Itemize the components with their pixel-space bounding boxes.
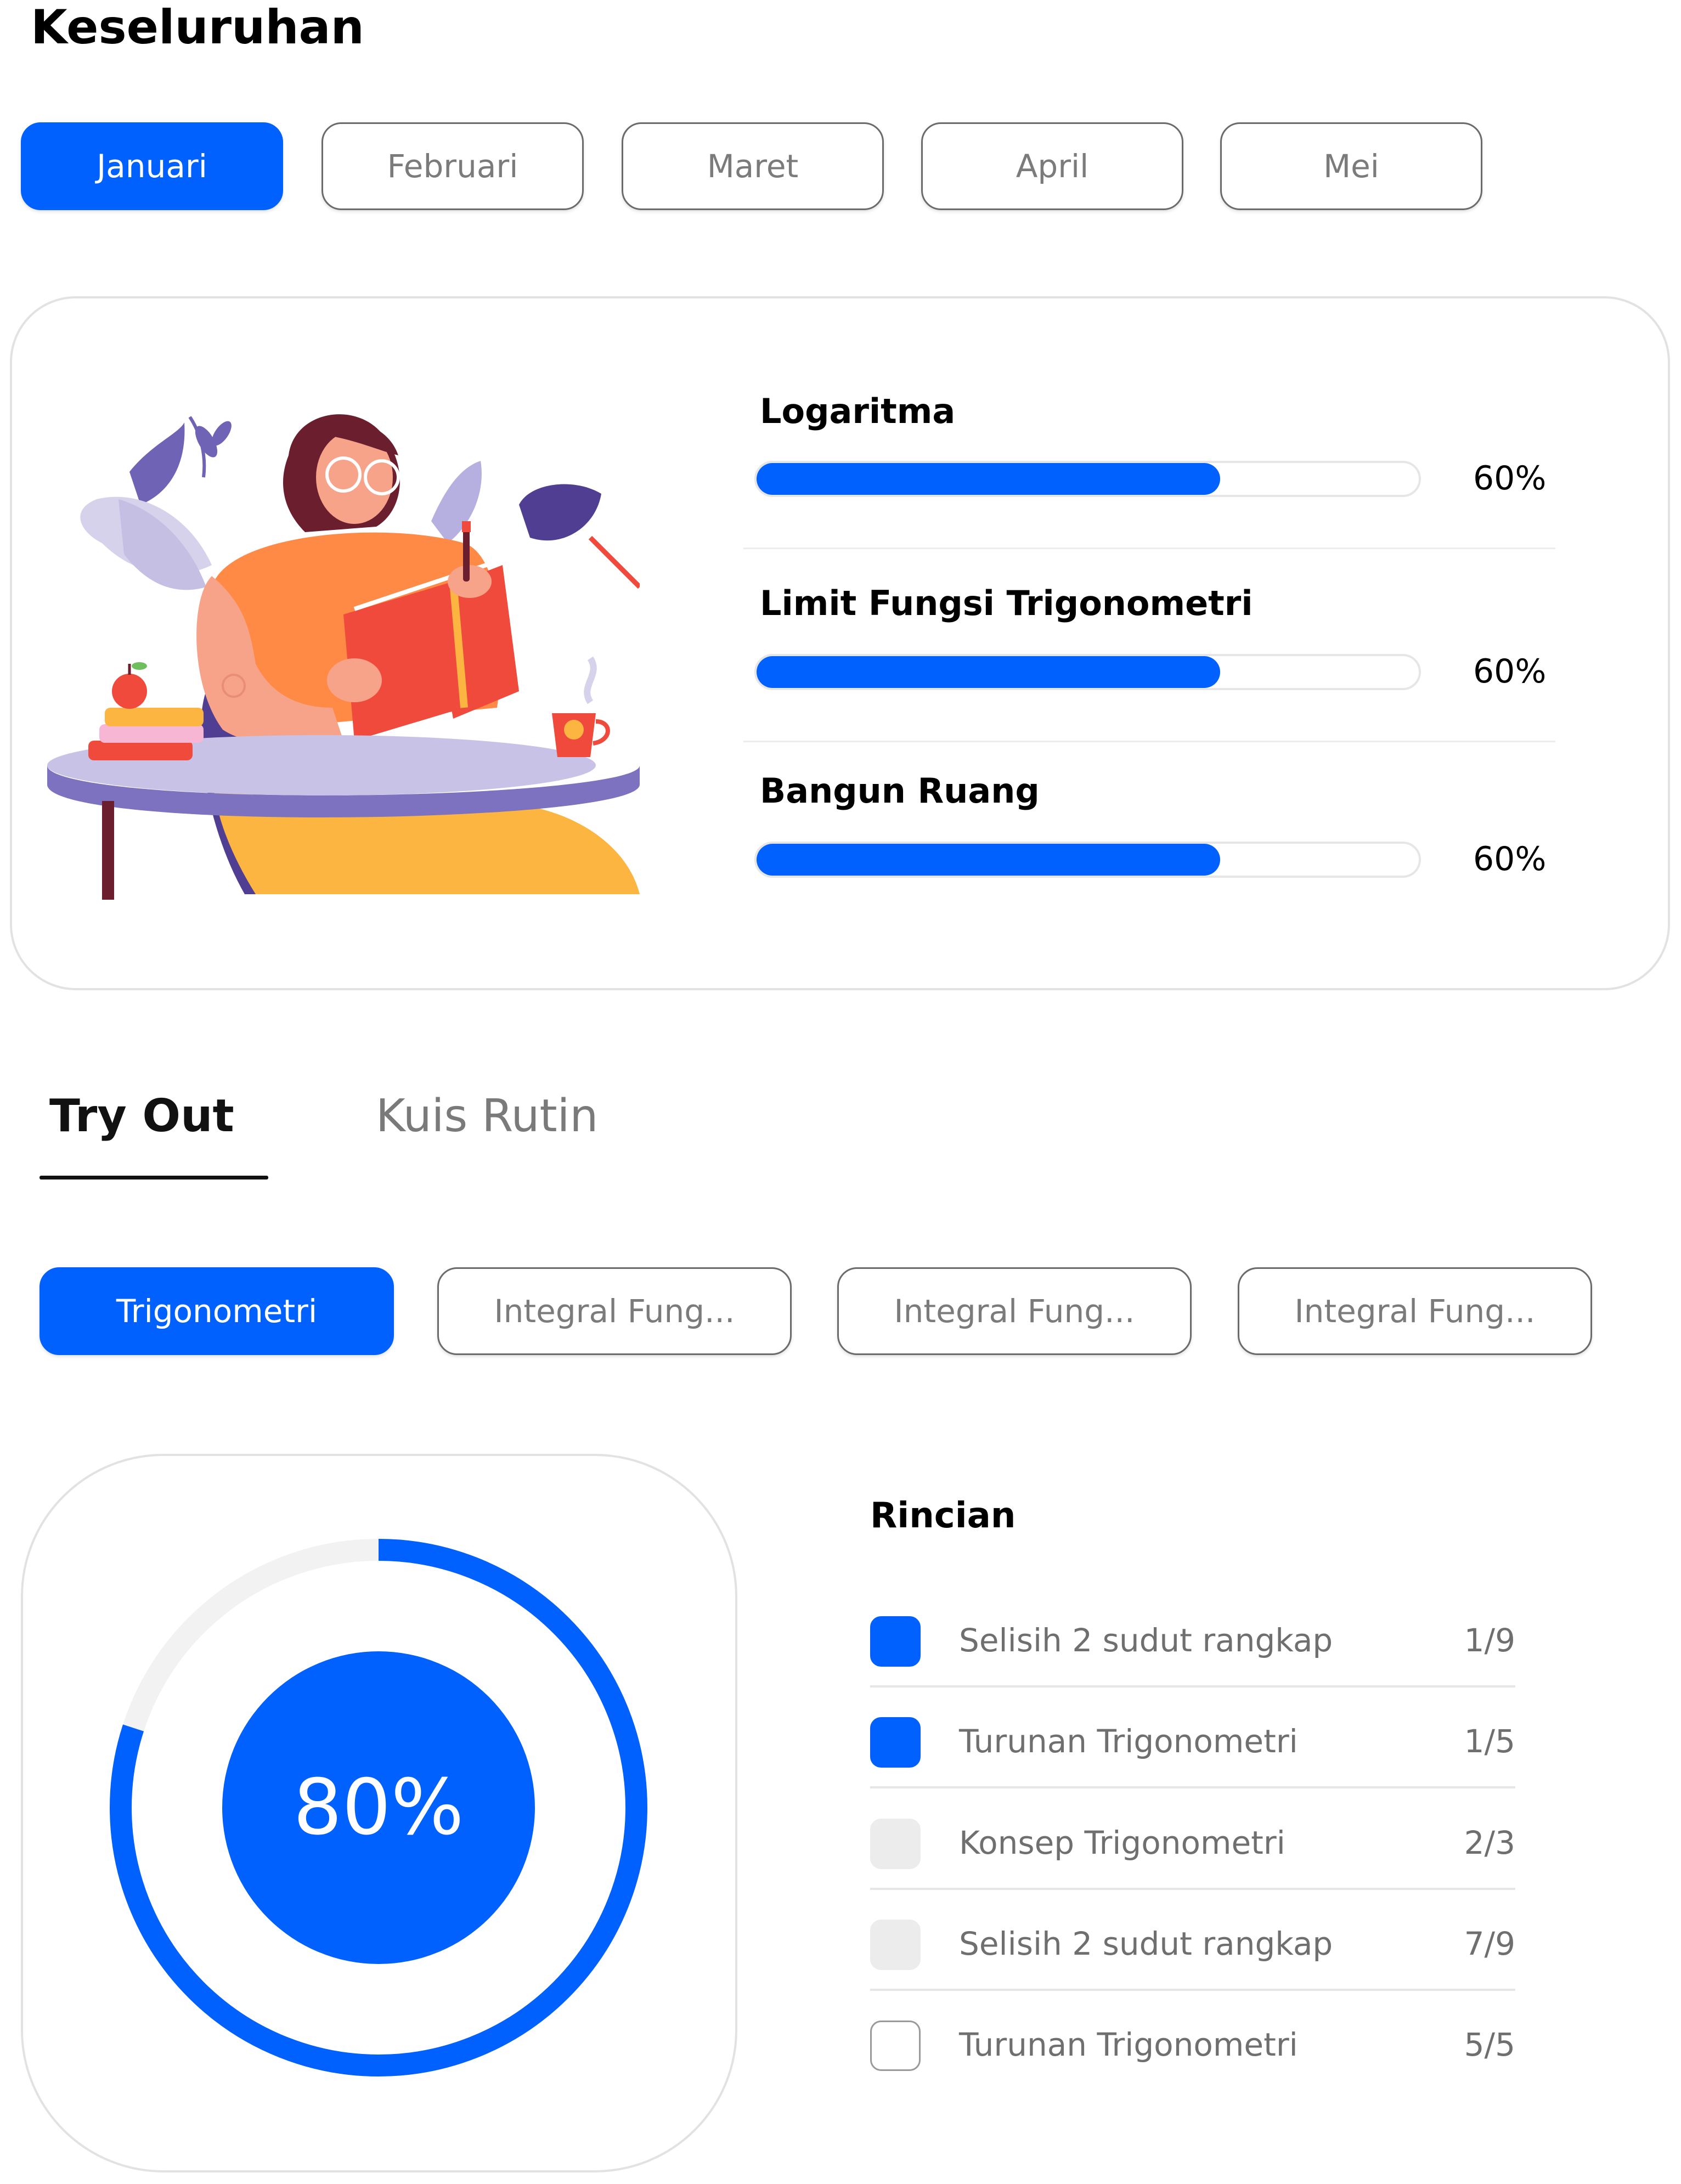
status-square-icon [870, 1616, 921, 1667]
tab-try-out[interactable]: Try Out [49, 1089, 234, 1144]
detail-score: 5/5 [1464, 2026, 1515, 2063]
topic-progress-bar [754, 842, 1421, 878]
detail-item[interactable]: Konsep Trigonometri 2/3 [870, 1789, 1515, 1890]
detail-score: 1/5 [1464, 1723, 1515, 1760]
detail-item[interactable]: Selisih 2 sudut rangkap 1/9 [870, 1587, 1515, 1688]
detail-item[interactable]: Turunan Trigonometri 5/5 [870, 1991, 1515, 2092]
detail-item[interactable]: Turunan Trigonometri 1/5 [870, 1688, 1515, 1788]
detail-item[interactable]: Selisih 2 sudut rangkap 7/9 [870, 1890, 1515, 1991]
topic-row: Bangun Ruang 60% [743, 754, 1555, 946]
month-pill-maret[interactable]: Maret [622, 122, 884, 210]
detail-label: Turunan Trigonometri [959, 1723, 1298, 1760]
status-square-icon [870, 2021, 921, 2071]
status-square-icon [870, 1819, 921, 1869]
topic-label: Bangun Ruang [760, 771, 1040, 811]
subject-pill-integral[interactable]: Integral Fung... [1238, 1267, 1592, 1355]
divider [743, 741, 1555, 742]
topic-percent: 60% [1473, 652, 1547, 691]
month-pill-januari[interactable]: Januari [21, 122, 283, 210]
divider [870, 1786, 1515, 1788]
subject-pill-integral[interactable]: Integral Fung... [437, 1267, 792, 1355]
subject-pill-trigonometri[interactable]: Trigonometri [40, 1267, 394, 1355]
topic-progress-fill [757, 463, 1220, 495]
tab-kuis-rutin[interactable]: Kuis Rutin [376, 1089, 598, 1144]
status-square-icon [870, 1717, 921, 1768]
detail-score: 2/3 [1464, 1824, 1515, 1861]
topic-percent: 60% [1473, 459, 1547, 498]
score-value: 80% [293, 1763, 464, 1853]
topic-percent: 60% [1473, 840, 1547, 878]
topic-label: Logaritma [760, 391, 956, 431]
page-title: Keseluruhan [31, 0, 364, 55]
active-tab-indicator [40, 1176, 268, 1180]
topic-progress-fill [757, 844, 1220, 876]
detail-label: Konsep Trigonometri [959, 1824, 1285, 1861]
detail-score: 1/9 [1464, 1622, 1515, 1659]
topic-row: Logaritma 60% [743, 373, 1555, 565]
topic-progress-bar [754, 654, 1421, 690]
status-square-icon [870, 1920, 921, 1970]
topic-row: Limit Fungsi Trigonometri 60% [743, 566, 1555, 758]
topic-progress-bar [754, 461, 1421, 497]
topic-label: Limit Fungsi Trigonometri [760, 583, 1253, 623]
topic-progress-fill [757, 656, 1220, 688]
detail-label: Turunan Trigonometri [959, 2026, 1298, 2063]
detail-title: Rincian [870, 1495, 1016, 1536]
month-pill-mei[interactable]: Mei [1220, 122, 1482, 210]
detail-score: 7/9 [1464, 1925, 1515, 1962]
score-donut-chart: 80% [110, 1539, 647, 2076]
detail-label: Selisih 2 sudut rangkap [959, 1925, 1333, 1962]
divider [743, 548, 1555, 549]
month-pill-februari[interactable]: Februari [321, 122, 584, 210]
woman-reading-book-illustration [47, 414, 640, 900]
detail-label: Selisih 2 sudut rangkap [959, 1622, 1333, 1659]
month-pill-april[interactable]: April [921, 122, 1183, 210]
subject-pill-integral[interactable]: Integral Fung... [837, 1267, 1192, 1355]
